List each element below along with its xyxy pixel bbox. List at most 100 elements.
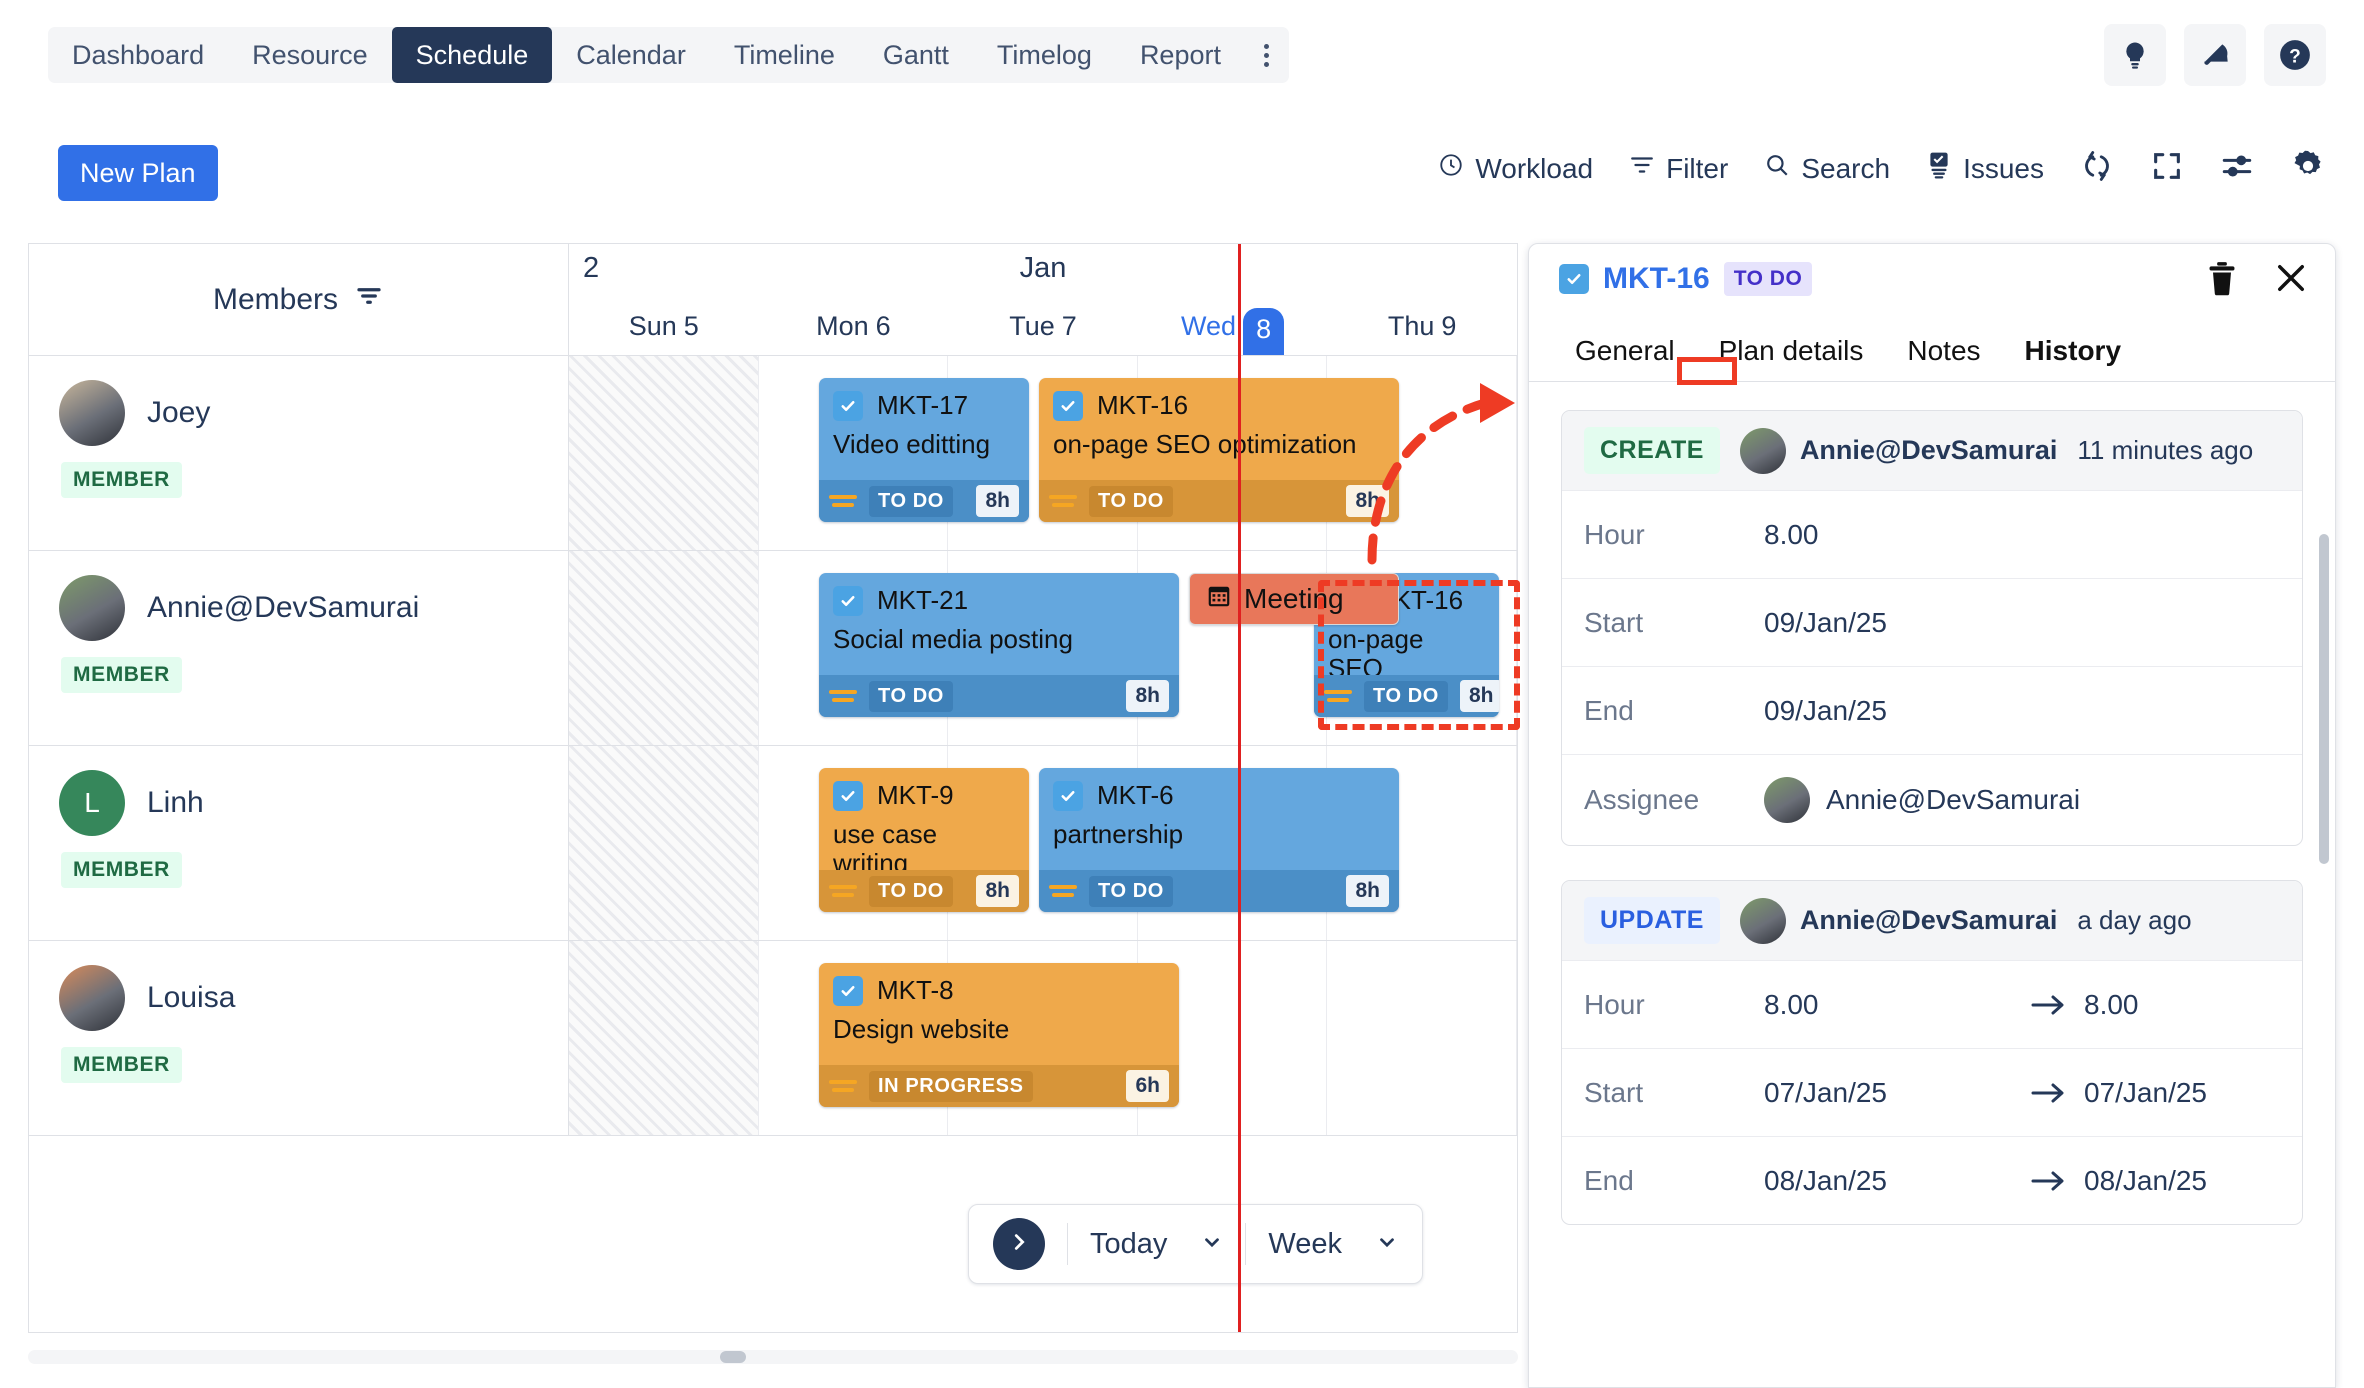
member-role-badge: MEMBER <box>61 852 182 888</box>
trash-icon[interactable] <box>2205 260 2239 301</box>
history-field-from-value: 09/Jan/25 <box>1764 606 1887 638</box>
priority-icon <box>829 885 857 897</box>
history-field-label: End <box>1584 694 1634 726</box>
filter-button[interactable]: Filter <box>1629 152 1728 185</box>
task-card-body: MKT-6 partnership <box>1039 768 1399 859</box>
close-icon[interactable] <box>2273 260 2309 301</box>
task-card[interactable]: MKT-17 Video editting TO DO 8h <box>819 378 1029 522</box>
nav-tab-timelog[interactable]: Timelog <box>973 27 1116 83</box>
help-circle-icon: ? <box>2278 38 2312 72</box>
nav-tab-schedule[interactable]: Schedule <box>391 27 553 83</box>
task-summary: use case writing <box>833 819 938 878</box>
history-entry: CREATE Annie@DevSamurai 11 minutes ago Hour… <box>1561 410 2303 846</box>
help-circle-icon-button[interactable]: ? <box>2264 24 2326 86</box>
lane-sun[interactable] <box>569 941 759 1135</box>
task-card[interactable]: MKT-16 on-page SEO optimization TO DO 8h <box>1039 378 1399 522</box>
board-header: Members 2 Jan Sun 5 Mon 6 Tue 7 Wed 8 Thu 9 <box>29 244 1517 356</box>
chevron-right-icon <box>1008 1231 1030 1258</box>
day-cell-sun-5[interactable]: Sun 5 <box>569 297 759 355</box>
panel-tab-notes[interactable]: Notes <box>1885 335 2002 381</box>
task-card[interactable]: MKT-6 partnership TO DO 8h <box>1039 768 1399 912</box>
issue-detail-panel: MKT-16 TO DO General Plan details Notes His… <box>1528 243 2336 1388</box>
search-icon <box>1764 152 1790 185</box>
members-filter-icon[interactable] <box>354 281 384 319</box>
day-cell-thu-9[interactable]: Thu 9 <box>1327 297 1517 355</box>
task-card-body: MKT-21 Social media posting <box>819 573 1179 664</box>
task-status-badge: IN PROGRESS <box>869 1070 1033 1102</box>
history-field-from-value: 07/Jan/25 <box>1764 1076 1887 1108</box>
task-card[interactable]: MKT-21 Social media posting TO DO 8h <box>819 573 1179 717</box>
avatar <box>1739 427 1786 474</box>
meeting-label: Meeting <box>1244 583 1344 614</box>
history-user: Annie@DevSamurai <box>1739 427 2057 474</box>
next-period-button[interactable] <box>993 1218 1045 1270</box>
lightbulb-icon-button[interactable] <box>2104 24 2166 86</box>
meeting-chip[interactable]: Meeting <box>1189 573 1399 625</box>
panel-header-actions <box>2205 260 2309 301</box>
new-plan-button[interactable]: New Plan <box>58 145 218 201</box>
day-name: Sun <box>628 310 677 341</box>
member-cell[interactable]: Louisa MEMBER <box>29 941 569 1135</box>
issues-icon <box>1926 151 1952 186</box>
fullscreen-icon-button[interactable] <box>2150 149 2184 188</box>
history-field-from-value: Annie@DevSamurai <box>1826 784 2081 815</box>
day-cell-mon-6[interactable]: Mon 6 <box>759 297 949 355</box>
nav-tab-timeline[interactable]: Timeline <box>710 27 859 83</box>
member-identity: Louisa <box>59 965 568 1031</box>
gear-icon-button[interactable] <box>2290 148 2326 189</box>
nav-tab-calendar[interactable]: Calendar <box>552 27 710 83</box>
lane-sun[interactable] <box>569 746 759 940</box>
panel-tab-history[interactable]: History <box>2003 335 2143 381</box>
range-dropdown[interactable]: Today <box>1090 1228 1223 1261</box>
lane-sun[interactable] <box>569 356 759 550</box>
workload-button[interactable]: Workload <box>1438 152 1593 185</box>
nav-tab-resource[interactable]: Resource <box>228 27 392 83</box>
horizontal-scrollbar-track[interactable] <box>28 1350 1518 1364</box>
member-identity: Joey <box>59 380 568 446</box>
clock-icon <box>1438 152 1464 185</box>
task-card-key-row: MKT-6 <box>1053 780 1385 811</box>
day-name: Mon <box>816 310 869 341</box>
nav-tab-report[interactable]: Report <box>1116 27 1245 83</box>
task-card-key-row: MKT-16 <box>1053 390 1385 421</box>
refresh-icon-button[interactable] <box>2080 149 2114 188</box>
day-cell-wed-8[interactable]: Wed 8 <box>1138 297 1328 355</box>
gear-icon <box>2290 148 2326 189</box>
lane-thu[interactable] <box>1327 941 1517 1135</box>
history-entry-header: UPDATE Annie@DevSamurai a day ago <box>1562 881 2302 960</box>
panel-issue-key[interactable]: MKT-16 <box>1603 262 1710 296</box>
board-row: Joey MEMBER MKT-17 Video editting TO DO 8h MKT… <box>29 356 1517 551</box>
member-cell[interactable]: Annie@DevSamurai MEMBER <box>29 551 569 745</box>
panel-scrollbar-thumb[interactable] <box>2319 534 2329 864</box>
member-cell[interactable]: Joey MEMBER <box>29 356 569 550</box>
settings-sliders-icon-button[interactable] <box>2220 149 2254 188</box>
history-field-from: Annie@DevSamurai <box>1764 777 2080 823</box>
horizontal-scrollbar-thumb[interactable] <box>720 1351 746 1363</box>
app-root: Dashboard Resource Schedule Calendar Timelin… <box>0 0 2364 1388</box>
panel-tab-general[interactable]: General <box>1553 335 1697 381</box>
history-field-row: Start 09/Jan/25 <box>1562 578 2302 666</box>
task-card-key-row: MKT-8 <box>833 975 1165 1006</box>
task-card[interactable]: MKT-8 Design website IN PROGRESS 6h <box>819 963 1179 1107</box>
history-user: Annie@DevSamurai <box>1739 897 2057 944</box>
lane-sun[interactable] <box>569 551 759 745</box>
date-header: 2 Jan Sun 5 Mon 6 Tue 7 Wed 8 Thu 9 <box>569 244 1517 355</box>
issues-button[interactable]: Issues <box>1926 151 2044 186</box>
settings-sliders-icon <box>2220 149 2254 188</box>
notification-bell-icon-button[interactable] <box>2184 24 2246 86</box>
priority-icon <box>1324 690 1352 702</box>
zoom-dropdown[interactable]: Week <box>1268 1228 1398 1261</box>
board-rows: Joey MEMBER MKT-17 Video editting TO DO 8h MKT… <box>29 356 1517 1332</box>
kebab-menu-icon[interactable] <box>1245 27 1289 83</box>
member-cell[interactable]: L Linh MEMBER <box>29 746 569 940</box>
nav-tab-gantt[interactable]: Gantt <box>859 27 973 83</box>
nav-tab-dashboard[interactable]: Dashboard <box>48 27 228 83</box>
day-cell-tue-7[interactable]: Tue 7 <box>948 297 1138 355</box>
issue-type-check-icon <box>833 390 863 421</box>
history-field-from: 07/Jan/25 <box>1764 1077 2014 1109</box>
panel-tab-plan-details[interactable]: Plan details <box>1697 335 1886 381</box>
search-button[interactable]: Search <box>1764 152 1890 185</box>
filter-label: Filter <box>1666 152 1729 184</box>
task-summary: on-page SEO optimization <box>1053 429 1357 459</box>
task-card[interactable]: MKT-9 use case writing TO DO 8h <box>819 768 1029 912</box>
